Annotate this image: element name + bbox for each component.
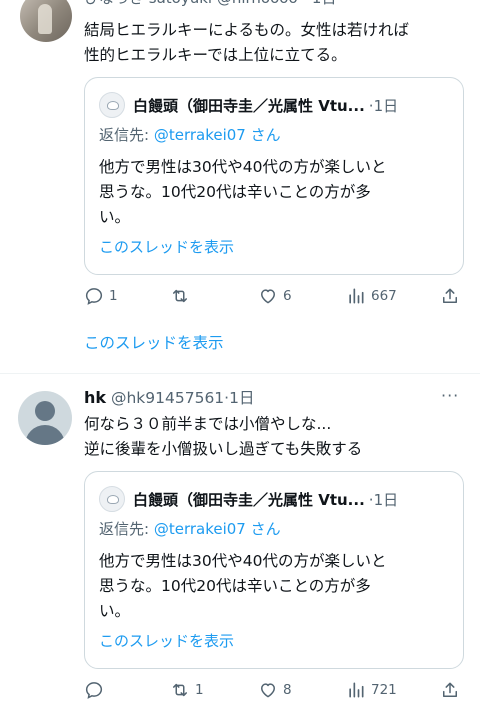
quoted-tweet[interactable]: 白饅頭（御田寺圭／光属性 Vtu... ·1日 返信先: @terrakei07…	[84, 77, 464, 275]
share-button[interactable]	[440, 680, 465, 700]
reply-icon	[85, 682, 103, 699]
heart-icon	[261, 289, 275, 304]
tweet-actions: 1 6 667	[84, 286, 464, 310]
views-button[interactable]: 667	[346, 286, 397, 306]
show-thread-link[interactable]: このスレッドを表示	[99, 630, 234, 651]
views-icon	[349, 288, 364, 304]
quoted-time: ·1日	[368, 490, 399, 509]
tweet-time[interactable]: 1日	[229, 389, 254, 407]
avatar[interactable]	[20, 0, 72, 42]
retweet-button[interactable]	[170, 286, 195, 306]
reply-button[interactable]: 1	[84, 286, 118, 306]
reply-button[interactable]	[84, 680, 109, 700]
tweet-header-partial: ひなっき satoyuki @hirnoooo · 1日	[84, 0, 336, 10]
retweet-count: 1	[195, 682, 204, 698]
avatar	[99, 92, 125, 118]
author-handle[interactable]: @hk91457561	[111, 389, 224, 407]
reply-to: 返信先: @terrakei07 さん	[99, 520, 281, 538]
heart-icon	[261, 683, 275, 698]
view-count: 667	[371, 288, 397, 304]
quoted-tweet-text: 他方で男性は30代や40代の方が楽しいと 思うな。10代20代は辛いことの方が多…	[99, 158, 387, 226]
tweet-header: hk @hk91457561·1日	[84, 388, 255, 407]
retweet-button[interactable]: 1	[170, 680, 204, 700]
more-options-icon[interactable]: ···	[441, 386, 459, 405]
retweet-icon	[173, 289, 187, 303]
reply-count: 1	[109, 288, 118, 304]
like-count: 8	[283, 682, 292, 698]
show-thread-link[interactable]: このスレッドを表示	[84, 331, 224, 355]
quoted-tweet-text: 他方で男性は30代や40代の方が楽しいと 思うな。10代20代は辛いことの方が多…	[99, 552, 387, 620]
like-count: 6	[283, 288, 292, 304]
tweet-text-line: 何なら３０前半までは小僧やしな...	[84, 415, 332, 433]
share-icon	[443, 682, 457, 697]
avatar	[99, 486, 125, 512]
divider	[0, 373, 480, 374]
tweet-text-line: 性的ヒエラルキーでは上位に立てる。	[84, 46, 347, 64]
view-count: 721	[371, 682, 397, 698]
quoted-tweet-header: 白饅頭（御田寺圭／光属性 Vtu... ·1日	[99, 486, 398, 512]
like-button[interactable]: 6	[258, 286, 292, 306]
quoted-author-name: 白饅頭（御田寺圭／光属性 Vtu...	[133, 96, 365, 115]
tweet-text-line: 結局ヒエラルキーによるもの。女性は若ければ	[84, 21, 410, 39]
like-button[interactable]: 8	[258, 680, 292, 700]
views-button[interactable]: 721	[346, 680, 397, 700]
show-thread-link[interactable]: このスレッドを表示	[99, 236, 234, 257]
author-name[interactable]: hk	[84, 388, 106, 407]
quoted-tweet[interactable]: 白饅頭（御田寺圭／光属性 Vtu... ·1日 返信先: @terrakei07…	[84, 471, 464, 669]
quoted-author-name: 白饅頭（御田寺圭／光属性 Vtu...	[133, 490, 365, 509]
reply-handle[interactable]: @terrakei07	[154, 520, 246, 538]
retweet-icon	[173, 683, 187, 697]
tweet-actions: 1 8 721	[84, 680, 464, 704]
tweet-text-line: 逆に後輩を小僧扱いし過ぎても失敗する	[84, 440, 363, 458]
quoted-tweet-header: 白饅頭（御田寺圭／光属性 Vtu... ·1日	[99, 92, 398, 118]
reply-handle[interactable]: @terrakei07	[154, 126, 246, 144]
share-button[interactable]	[440, 286, 465, 306]
views-icon	[349, 682, 364, 698]
avatar[interactable]	[18, 391, 72, 445]
reply-to: 返信先: @terrakei07 さん	[99, 126, 281, 144]
share-icon	[443, 288, 457, 303]
reply-icon	[85, 288, 103, 305]
quoted-time: ·1日	[368, 96, 399, 115]
